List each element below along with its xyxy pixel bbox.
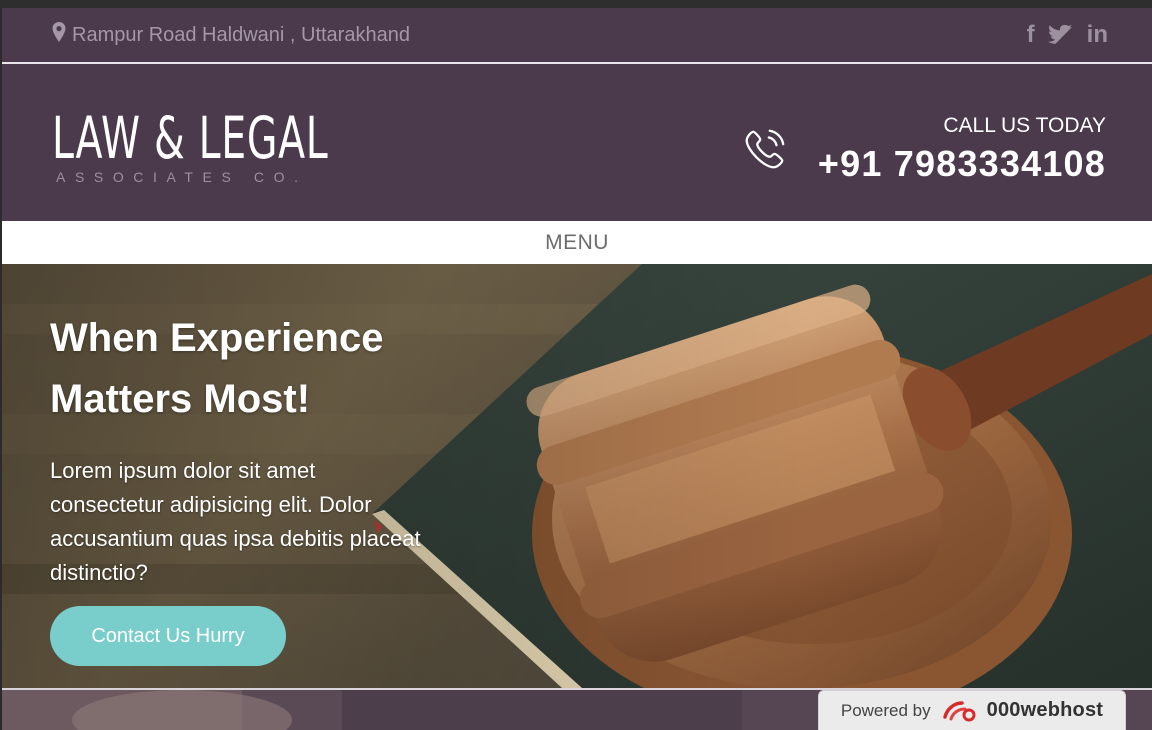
call-text: CALL US TODAY +91 7983334108 bbox=[818, 113, 1106, 187]
webhost-logo-icon bbox=[941, 697, 977, 725]
linkedin-icon[interactable]: in bbox=[1087, 23, 1108, 47]
site-logo[interactable]: LAW & LEGAL ASSOCIATES CO. bbox=[52, 103, 459, 185]
contact-us-button[interactable]: Contact Us Hurry bbox=[50, 606, 286, 666]
address: Rampur Road Haldwani , Uttarakhand bbox=[52, 22, 410, 48]
logo-title: LAW & LEGAL bbox=[52, 103, 329, 172]
phone-number[interactable]: +91 7983334108 bbox=[818, 141, 1106, 187]
map-pin-icon bbox=[52, 22, 66, 48]
hero-title: When Experience Matters Most! bbox=[50, 308, 430, 430]
twitter-icon[interactable] bbox=[1047, 25, 1075, 45]
top-bar: Rampur Road Haldwani , Uttarakhand f in bbox=[2, 8, 1152, 62]
menu-toggle-button[interactable]: MENU bbox=[545, 231, 609, 255]
webhost-brand: 000webhost bbox=[986, 699, 1104, 721]
hero-banner: When Experience Matters Most! Lorem ipsu… bbox=[2, 264, 1152, 688]
hero-title-line-1: When Experience bbox=[50, 316, 384, 360]
menu-bar: MENU bbox=[2, 221, 1152, 264]
address-text: Rampur Road Haldwani , Uttarakhand bbox=[72, 23, 410, 46]
site-header: LAW & LEGAL ASSOCIATES CO. CALL US TODAY… bbox=[2, 64, 1152, 221]
powered-by-badge[interactable]: Powered by 000webhost bbox=[818, 690, 1126, 730]
hero-title-line-2: Matters Most! bbox=[50, 377, 311, 421]
hero-content: When Experience Matters Most! Lorem ipsu… bbox=[50, 308, 430, 666]
facebook-icon[interactable]: f bbox=[1027, 23, 1035, 47]
powered-by-text: Powered by bbox=[840, 700, 931, 720]
social-links: f in bbox=[1027, 23, 1108, 47]
call-label: CALL US TODAY bbox=[943, 113, 1106, 137]
browser-top-strip bbox=[0, 0, 1152, 8]
hero-description: Lorem ipsum dolor sit amet consectetur a… bbox=[50, 458, 421, 585]
phone-icon bbox=[740, 126, 788, 174]
call-us-block: CALL US TODAY +91 7983334108 bbox=[740, 113, 1106, 187]
